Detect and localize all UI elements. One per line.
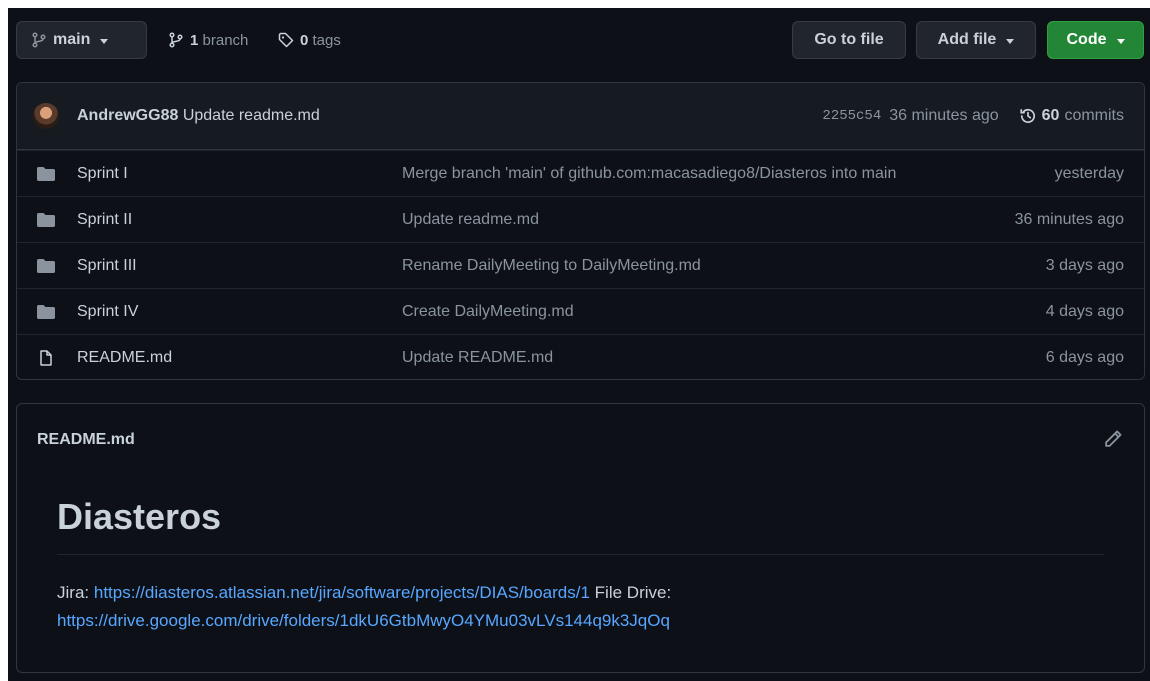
folder-icon — [37, 259, 55, 273]
latest-commit-bar: AndrewGG88 Update readme.md 2255c54 36 m… — [17, 83, 1144, 150]
file-commit-message[interactable]: Update README.md — [402, 349, 553, 367]
readme-filename[interactable]: README.md — [37, 431, 135, 449]
folder-icon — [37, 167, 55, 181]
drive-label: File Drive: — [594, 583, 672, 602]
file-row: Sprint I Merge branch 'main' of github.c… — [17, 150, 1144, 196]
file-name[interactable]: Sprint I — [77, 165, 128, 183]
go-to-file-button[interactable]: Go to file — [792, 21, 906, 59]
pencil-icon[interactable] — [1102, 428, 1124, 450]
branch-name: main — [53, 31, 91, 48]
file-commit-message[interactable]: Merge branch 'main' of github.com:macasa… — [402, 165, 896, 183]
go-to-file-label: Go to file — [814, 31, 884, 48]
branches-count: 1 — [190, 31, 199, 49]
avatar[interactable] — [33, 103, 59, 129]
readme-panel: README.md Diasteros Jira: https://diaste… — [16, 403, 1145, 673]
drive-link[interactable]: https://drive.google.com/drive/folders/1… — [57, 611, 670, 630]
folder-icon — [37, 305, 55, 319]
divider — [57, 554, 1104, 555]
repo-toolbar: main 1 branch 0 tags Go to file Add file — [16, 21, 1146, 62]
commits-label: commits — [1064, 107, 1124, 124]
file-age: 3 days ago — [1045, 257, 1124, 274]
file-name[interactable]: README.md — [77, 349, 172, 367]
tags-label: tags — [312, 31, 341, 49]
commit-summary: AndrewGG88 Update readme.md — [77, 107, 320, 125]
branches-label: branch — [202, 31, 249, 49]
chevron-down-icon — [100, 38, 109, 44]
add-file-label: Add file — [937, 31, 997, 48]
file-row: Sprint II Update readme.md 36 minutes ag… — [17, 196, 1144, 242]
tags-count: 0 — [300, 31, 309, 49]
add-file-button[interactable]: Add file — [916, 21, 1036, 59]
file-row: Sprint III Rename DailyMeeting to DailyM… — [17, 242, 1144, 288]
file-age: 36 minutes ago — [1014, 211, 1124, 228]
file-age: 6 days ago — [1045, 349, 1124, 366]
file-commit-message[interactable]: Update readme.md — [402, 211, 539, 229]
tag-icon — [278, 32, 294, 48]
file-name[interactable]: Sprint IV — [77, 303, 138, 321]
file-age: yesterday — [1054, 165, 1124, 182]
tags-link[interactable]: 0 tags — [278, 21, 341, 59]
file-icon — [40, 350, 52, 366]
readme-heading: Diasteros — [57, 496, 222, 537]
branches-link[interactable]: 1 branch — [168, 21, 248, 59]
jira-link[interactable]: https://diasteros.atlassian.net/jira/sof… — [94, 583, 590, 602]
file-list: AndrewGG88 Update readme.md 2255c54 36 m… — [16, 82, 1145, 380]
folder-icon — [37, 213, 55, 227]
file-name[interactable]: Sprint II — [77, 211, 132, 229]
commit-time[interactable]: 36 minutes ago — [889, 107, 998, 125]
file-row: Sprint IV Create DailyMeeting.md 4 days … — [17, 288, 1144, 334]
readme-body: Jira: https://diasteros.atlassian.net/ji… — [57, 579, 817, 635]
git-branch-icon — [169, 32, 183, 48]
commits-count: 60 — [1041, 107, 1060, 124]
git-branch-icon — [32, 32, 46, 48]
commit-author[interactable]: AndrewGG88 — [77, 107, 178, 124]
file-commit-message[interactable]: Create DailyMeeting.md — [402, 303, 574, 321]
history-icon — [1020, 108, 1035, 123]
code-label: Code — [1066, 31, 1107, 48]
file-age: 4 days ago — [1045, 303, 1124, 320]
chevron-down-icon — [1006, 38, 1015, 44]
commit-message[interactable]: Update readme.md — [183, 107, 320, 124]
file-commit-message[interactable]: Rename DailyMeeting to DailyMeeting.md — [402, 257, 701, 275]
commits-link[interactable]: 60 commits — [1019, 107, 1124, 125]
chevron-down-icon — [1116, 38, 1125, 44]
commit-meta: 2255c54 36 minutes ago 60 commits — [822, 107, 1124, 125]
repo-frame: main 1 branch 0 tags Go to file Add file — [8, 8, 1150, 681]
jira-label: Jira: — [57, 583, 90, 602]
branch-select-button[interactable]: main — [16, 21, 147, 59]
code-button[interactable]: Code — [1047, 21, 1144, 59]
file-row: README.md Update README.md 6 days ago — [17, 334, 1144, 379]
commit-sha[interactable]: 2255c54 — [822, 108, 881, 124]
file-name[interactable]: Sprint III — [77, 257, 137, 275]
